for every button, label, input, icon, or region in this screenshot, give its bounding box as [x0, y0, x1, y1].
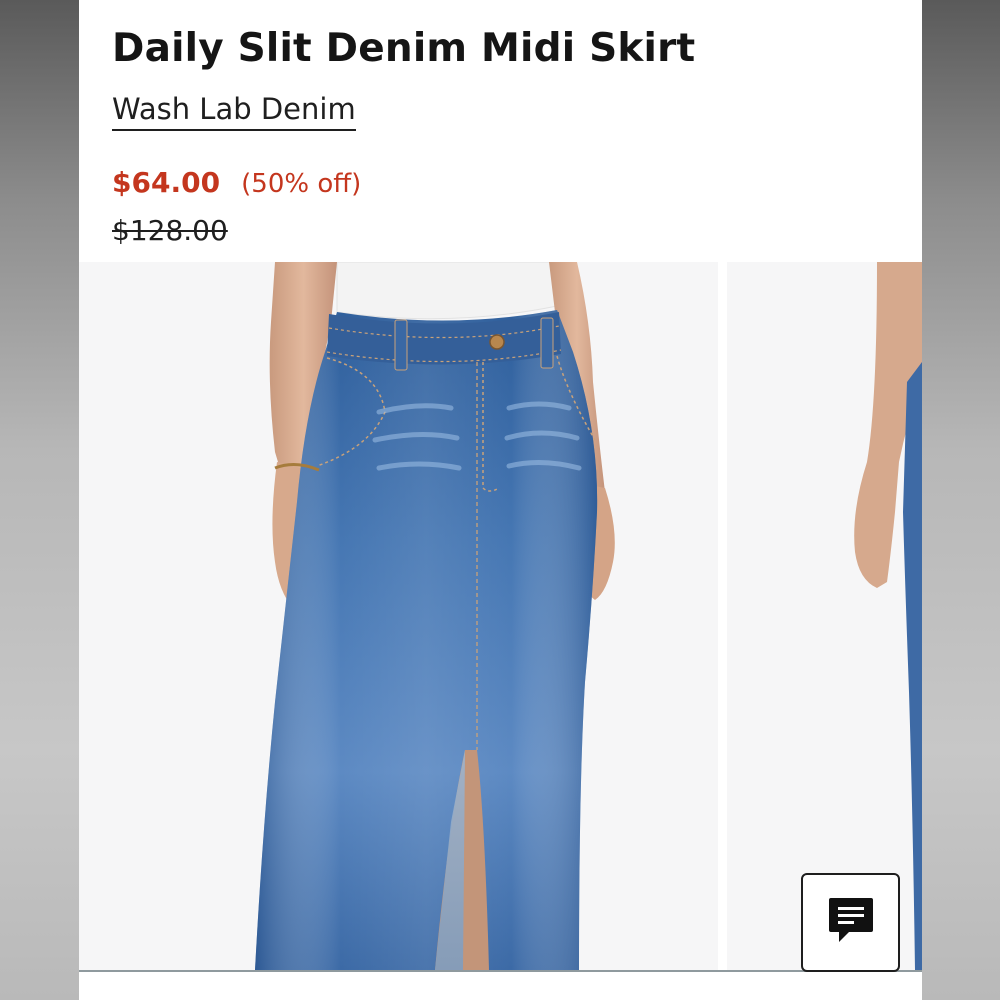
- white-top: [336, 262, 558, 320]
- side-skirt: [903, 362, 922, 970]
- chat-button[interactable]: [801, 873, 900, 972]
- background-blur-left: [0, 0, 79, 1000]
- waistband: [327, 312, 561, 365]
- price-row: $64.00 (50% off): [112, 166, 361, 199]
- bottom-divider: [79, 970, 922, 972]
- background-blur-right: [922, 0, 1000, 1000]
- original-price: $128.00: [112, 214, 228, 247]
- brand-link[interactable]: Wash Lab Denim: [112, 92, 356, 131]
- product-title: Daily Slit Denim Midi Skirt: [112, 26, 696, 71]
- waist-button: [489, 334, 505, 350]
- product-photo-front[interactable]: [79, 262, 718, 970]
- product-photo-side[interactable]: [727, 262, 922, 970]
- sale-price: $64.00: [112, 166, 221, 199]
- discount-label: (50% off): [241, 169, 362, 199]
- product-panel: Daily Slit Denim Midi Skirt Wash Lab Den…: [79, 0, 922, 1000]
- chat-bubble-icon: [827, 896, 875, 950]
